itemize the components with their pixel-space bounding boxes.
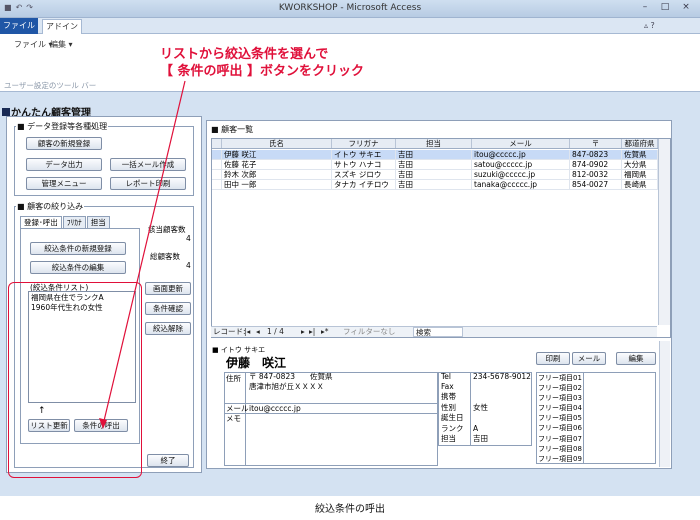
arrow-line (102, 80, 186, 426)
arrow-head (99, 418, 107, 429)
figure-caption: 絞込条件の呼出 (315, 504, 385, 515)
annotation-arrow (99, 80, 186, 429)
